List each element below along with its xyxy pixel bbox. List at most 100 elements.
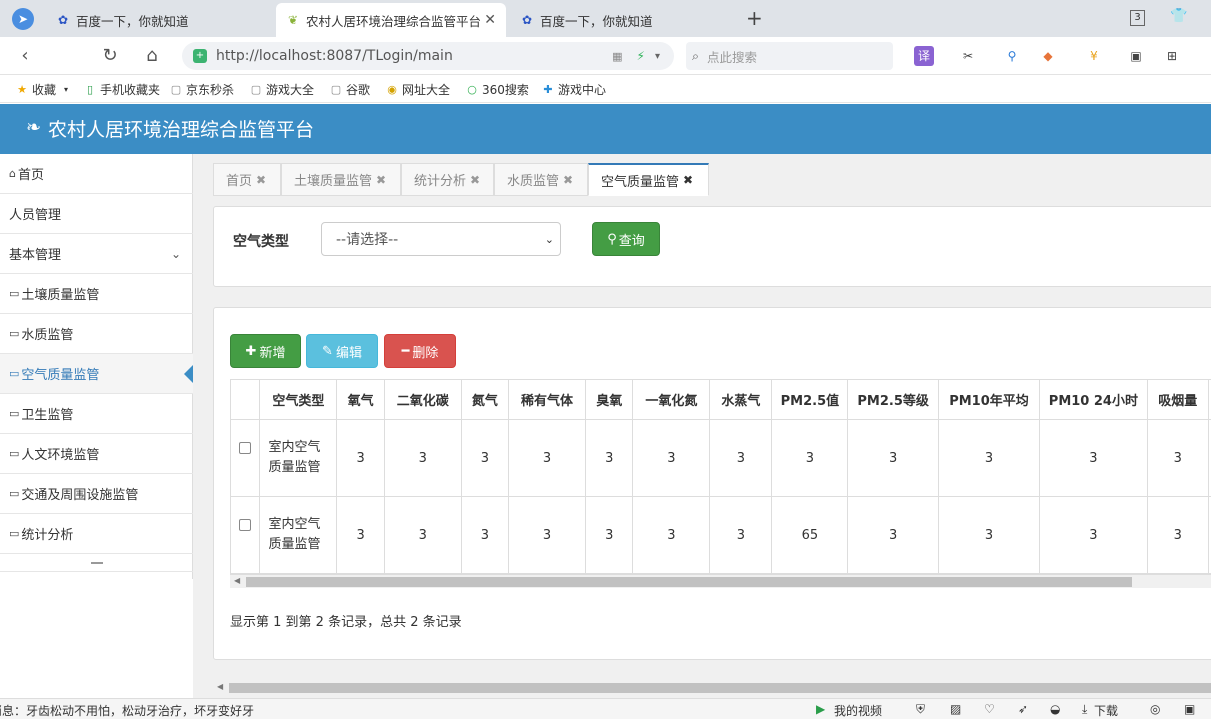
url-field[interactable]: + http://localhost:8087/TLogin/main ▦ ⚡ … xyxy=(182,42,674,70)
image-icon[interactable]: ▨ xyxy=(950,702,961,716)
browser-tab-3[interactable]: ✿ 百度一下，你就知道 xyxy=(510,3,736,37)
search-input[interactable]: ⌕ 点此搜索 xyxy=(686,42,893,70)
bookmark-label: 京东秒杀 xyxy=(186,83,235,97)
air-type-select[interactable]: --请选择-- ⌄ xyxy=(321,222,561,256)
magnifier-icon[interactable]: ⚲ xyxy=(1002,46,1022,66)
status-message[interactable]: 消息：牙齿松动不用怕，松动牙治疗，坏牙变好牙 xyxy=(0,702,254,719)
shirt-icon[interactable]: 👕 xyxy=(1170,8,1187,24)
scrollbar-thumb[interactable] xyxy=(246,577,1132,587)
scrollbar-thumb[interactable] xyxy=(229,683,1211,693)
bookmark-item[interactable]: ✚ 游戏中心 xyxy=(542,81,606,98)
bookmark-item[interactable]: ▢ 游戏大全 xyxy=(250,81,314,98)
bookmark-item[interactable]: ○ 360搜索 xyxy=(466,81,529,98)
table-row[interactable]: 室内空气质量监管 3 3 3 3 3 3 3 3 3 3 3 3 3 xyxy=(230,419,1211,497)
sidebar-item-home[interactable]: ⌂ 首页 xyxy=(0,154,193,194)
chevron-down-icon: ⌄ xyxy=(170,246,181,261)
reader-icon[interactable]: ▣ xyxy=(1126,46,1146,66)
bookmark-favorites[interactable]: ★ 收藏 ▾ xyxy=(16,81,68,98)
back-icon[interactable]: ‹ xyxy=(12,43,38,69)
column-header[interactable]: PM2.5等级 xyxy=(847,379,939,420)
column-header[interactable]: 臭氧 xyxy=(585,379,634,420)
tab-stats[interactable]: 统计分析 ✖ xyxy=(401,163,494,196)
add-button[interactable]: ✚ 新增 xyxy=(230,334,301,368)
page-horizontal-scrollbar[interactable]: ◀ xyxy=(213,681,1211,695)
qr-icon[interactable]: ▦ xyxy=(612,50,622,63)
column-header[interactable]: 水蒸气 xyxy=(709,379,773,420)
filter-panel: 空气类型 --请选择-- ⌄ ⚲ 查询 xyxy=(213,206,1211,287)
sidebar-collapse-handle[interactable] xyxy=(0,554,193,572)
chevron-down-icon[interactable]: ▾ xyxy=(655,51,660,62)
scissors-icon[interactable]: ✂ xyxy=(958,46,978,66)
shield-icon[interactable]: ⛨ xyxy=(916,702,925,717)
sidebar-item-traffic[interactable]: ▭ 交通及周围设施监管 xyxy=(0,474,193,514)
download-link[interactable]: 下载 xyxy=(1094,702,1118,719)
column-header[interactable]: 稀有气体 xyxy=(508,379,587,420)
select-value: --请选择-- xyxy=(336,232,399,248)
tab-air[interactable]: 空气质量监管 ✖ xyxy=(588,163,709,196)
column-header[interactable]: 氮气 xyxy=(460,379,510,420)
row-checkbox[interactable] xyxy=(239,442,252,454)
browser-logo-icon[interactable]: ➤ xyxy=(12,8,34,30)
box-icon[interactable]: ▣ xyxy=(1184,702,1195,716)
lightning-icon[interactable]: ⚡ xyxy=(637,49,645,63)
close-tab-icon[interactable]: ✕ xyxy=(484,12,496,28)
column-header[interactable]: PM10年平均 xyxy=(937,379,1041,420)
bookmark-item[interactable]: ▢ 谷歌 xyxy=(330,81,370,98)
sidebar-item-label: 首页 xyxy=(17,168,44,183)
column-header[interactable]: 空气类型 xyxy=(259,379,338,420)
tab-home[interactable]: 首页 ✖ xyxy=(213,163,281,196)
column-header[interactable]: PM2.5值 xyxy=(771,379,849,420)
gamepad-icon[interactable]: ◒ xyxy=(1050,702,1060,716)
reload-icon[interactable]: ↻ xyxy=(97,43,123,69)
heart-icon[interactable]: ♡ xyxy=(984,702,995,716)
game-icon[interactable]: ◆ xyxy=(1038,46,1058,66)
sidebar-item-label: 卫生监管 xyxy=(21,408,74,423)
translate-icon[interactable]: 译 xyxy=(914,46,934,66)
close-icon[interactable]: ✖ xyxy=(683,173,693,187)
new-tab-icon[interactable]: + xyxy=(746,6,763,30)
sidebar-item-sanitation[interactable]: ▭ 卫生监管 xyxy=(0,394,193,434)
scroll-left-icon[interactable]: ◀ xyxy=(217,682,223,691)
lock-icon[interactable]: ◎ xyxy=(1150,702,1160,716)
download-icon[interactable]: ⤓ xyxy=(1082,702,1087,717)
delete-button[interactable]: ━ 删除 xyxy=(384,334,456,368)
sidebar-item-basic[interactable]: 基本管理 ⌄ xyxy=(0,234,193,274)
bookmark-item[interactable]: ▯ 手机收藏夹 xyxy=(84,81,160,98)
apps-grid-icon[interactable]: ⊞ xyxy=(1162,46,1182,66)
column-header[interactable]: 一氧化氮 xyxy=(632,379,711,420)
scroll-left-icon[interactable]: ◀ xyxy=(234,576,240,585)
tab-count-badge[interactable]: 3 xyxy=(1130,10,1145,26)
close-icon[interactable]: ✖ xyxy=(256,173,266,187)
sidebar-item-culture[interactable]: ▭ 人文环境监管 xyxy=(0,434,193,474)
column-header[interactable]: 氧气 xyxy=(336,379,385,420)
sidebar-item-soil[interactable]: ▭ 土壤质量监管 xyxy=(0,274,193,314)
browser-tab-2[interactable]: ❦ 农村人居环境治理综合监管平台 ✕ xyxy=(276,3,506,37)
column-header[interactable]: 二氧化碳 xyxy=(383,379,462,420)
close-icon[interactable]: ✖ xyxy=(470,173,480,187)
bookmark-item[interactable]: ▢ 京东秒杀 xyxy=(170,81,234,98)
sidebar-item-water[interactable]: ▭ 水质监管 xyxy=(0,314,193,354)
tab-water[interactable]: 水质监管 ✖ xyxy=(494,163,588,196)
home-icon[interactable]: ⌂ xyxy=(139,43,165,69)
video-icon[interactable]: ▶ xyxy=(816,702,825,716)
browser-tab-1[interactable]: ✿ 百度一下，你就知道 xyxy=(46,3,272,37)
row-checkbox[interactable] xyxy=(239,519,252,531)
rocket-icon[interactable]: ➶ xyxy=(1018,702,1028,716)
bookmark-item[interactable]: ◉ 网址大全 xyxy=(386,81,450,98)
query-button[interactable]: ⚲ 查询 xyxy=(592,222,660,256)
close-icon[interactable]: ✖ xyxy=(376,173,386,187)
sidebar-item-air[interactable]: ▭ 空气质量监管 xyxy=(0,354,194,394)
my-video-link[interactable]: 我的视频 xyxy=(834,702,882,719)
edit-button[interactable]: ✎ 编辑 xyxy=(306,334,378,368)
sidebar-item-personnel[interactable]: 人员管理 xyxy=(0,194,193,234)
close-icon[interactable]: ✖ xyxy=(563,173,573,187)
page-icon: ▢ xyxy=(170,82,182,96)
coin-icon[interactable]: ¥ xyxy=(1084,46,1104,66)
sidebar-item-stats[interactable]: ▭ 统计分析 xyxy=(0,514,193,554)
table-horizontal-scrollbar[interactable]: ◀ xyxy=(230,574,1211,588)
column-header[interactable]: PM10 24小时 xyxy=(1039,379,1148,420)
table-row[interactable]: 室内空气质量监管 3 3 3 3 3 3 3 65 3 3 3 3 3 xyxy=(230,496,1211,574)
column-header[interactable]: 吸烟量 xyxy=(1146,379,1209,420)
tab-soil[interactable]: 土壤质量监管 ✖ xyxy=(281,163,401,196)
sidebar-item-label: 人员管理 xyxy=(9,208,62,223)
